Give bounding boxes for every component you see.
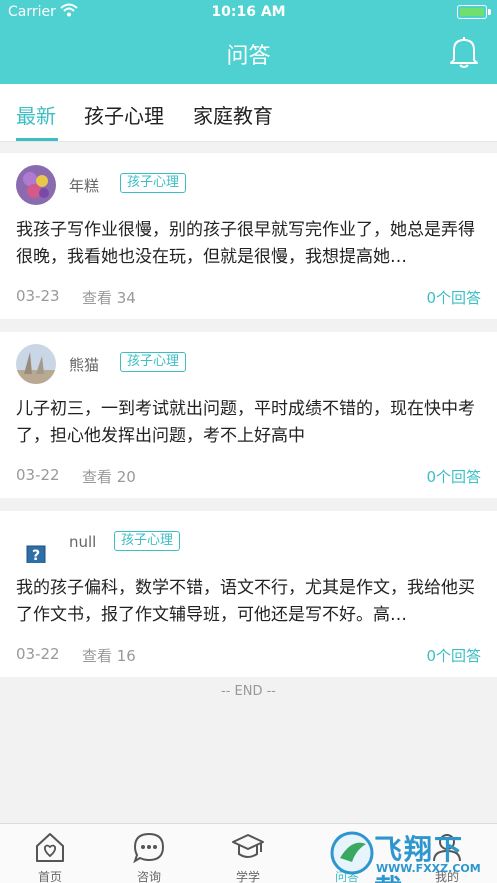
answer-count-link[interactable]: 0个回答 <box>426 466 481 487</box>
tabbar-item-home[interactable]: 首页 <box>0 824 100 883</box>
tab-child-psychology[interactable]: 孩子心理 <box>84 100 164 129</box>
tabbar-item-consult[interactable]: 咨询 <box>99 824 199 883</box>
tab-family-education[interactable]: 家庭教育 <box>193 100 273 129</box>
avatar: ? <box>16 523 56 563</box>
category-tag: 孩子心理 <box>120 352 187 372</box>
active-tab-indicator <box>16 138 58 141</box>
question-text: 我孩子写作业很慢，别的孩子很早就写完作业了，她总是弄得很晚，我看她也没在玩，但就… <box>16 220 475 267</box>
svg-text:?: ? <box>32 548 40 563</box>
chat-icon <box>133 832 165 864</box>
page-title: 问答 <box>226 44 271 69</box>
watermark-icon <box>330 831 374 875</box>
view-count: 查看 16 <box>82 647 136 665</box>
status-time: 10:16 AM <box>211 4 286 20</box>
graduation-cap-icon <box>232 834 264 858</box>
author-name[interactable]: 年糕 <box>69 175 99 196</box>
tabbar-label: 咨询 <box>136 870 161 883</box>
question-card[interactable]: 年糕 孩子心理 我孩子写作业很慢，别的孩子很早就写完作业了，她总是弄得很晚，我看… <box>0 153 497 319</box>
category-tag: 孩子心理 <box>120 173 187 193</box>
list-end-marker: -- END -- <box>221 684 276 699</box>
author-name[interactable]: null <box>69 533 96 551</box>
post-date: 03-23 <box>16 287 60 305</box>
tabbar-label: 首页 <box>37 870 62 883</box>
tab-latest[interactable]: 最新 <box>16 100 56 129</box>
author-name[interactable]: 熊猫 <box>69 354 99 375</box>
tabbar-label: 学学 <box>235 870 260 883</box>
question-text: 儿子初三，一到考试就出问题，平时成绩不错的，现在快中考了，担心他发挥出问题，考不… <box>16 399 475 446</box>
watermark-url: WWW.FXXZ.COM <box>376 862 481 875</box>
avatar <box>16 165 56 205</box>
home-icon <box>36 833 64 862</box>
answer-count-link[interactable]: 0个回答 <box>426 287 481 308</box>
view-count: 查看 34 <box>82 289 136 307</box>
question-card[interactable]: ? null 孩子心理 我的孩子偏科，数学不错，语文不行，尤其是作文，我给他买了… <box>0 511 497 677</box>
category-tabs: 最新 孩子心理 家庭教育 <box>0 84 497 142</box>
tabbar-item-learn[interactable]: 学学 <box>198 824 298 883</box>
view-count: 查看 20 <box>82 468 136 486</box>
question-card[interactable]: 熊猫 孩子心理 儿子初三，一到考试就出问题，平时成绩不错的，现在快中考了，担心他… <box>0 332 497 498</box>
battery-icon <box>457 5 487 19</box>
post-date: 03-22 <box>16 645 60 663</box>
category-tag: 孩子心理 <box>114 531 181 551</box>
post-date: 03-22 <box>16 466 60 484</box>
avatar <box>16 344 56 384</box>
app-header: Carrier 10:16 AM 问答 <box>0 0 497 84</box>
question-text: 我的孩子偏科，数学不错，语文不行，尤其是作文，我给他买了作文书，报了作文辅导班，… <box>16 578 475 625</box>
bell-icon[interactable] <box>449 36 479 68</box>
answer-count-link[interactable]: 0个回答 <box>426 645 481 666</box>
watermark-logo: 飞翔下载 WWW.FXXZ.COM <box>330 826 490 883</box>
status-bar: Carrier 10:16 AM <box>0 0 497 26</box>
